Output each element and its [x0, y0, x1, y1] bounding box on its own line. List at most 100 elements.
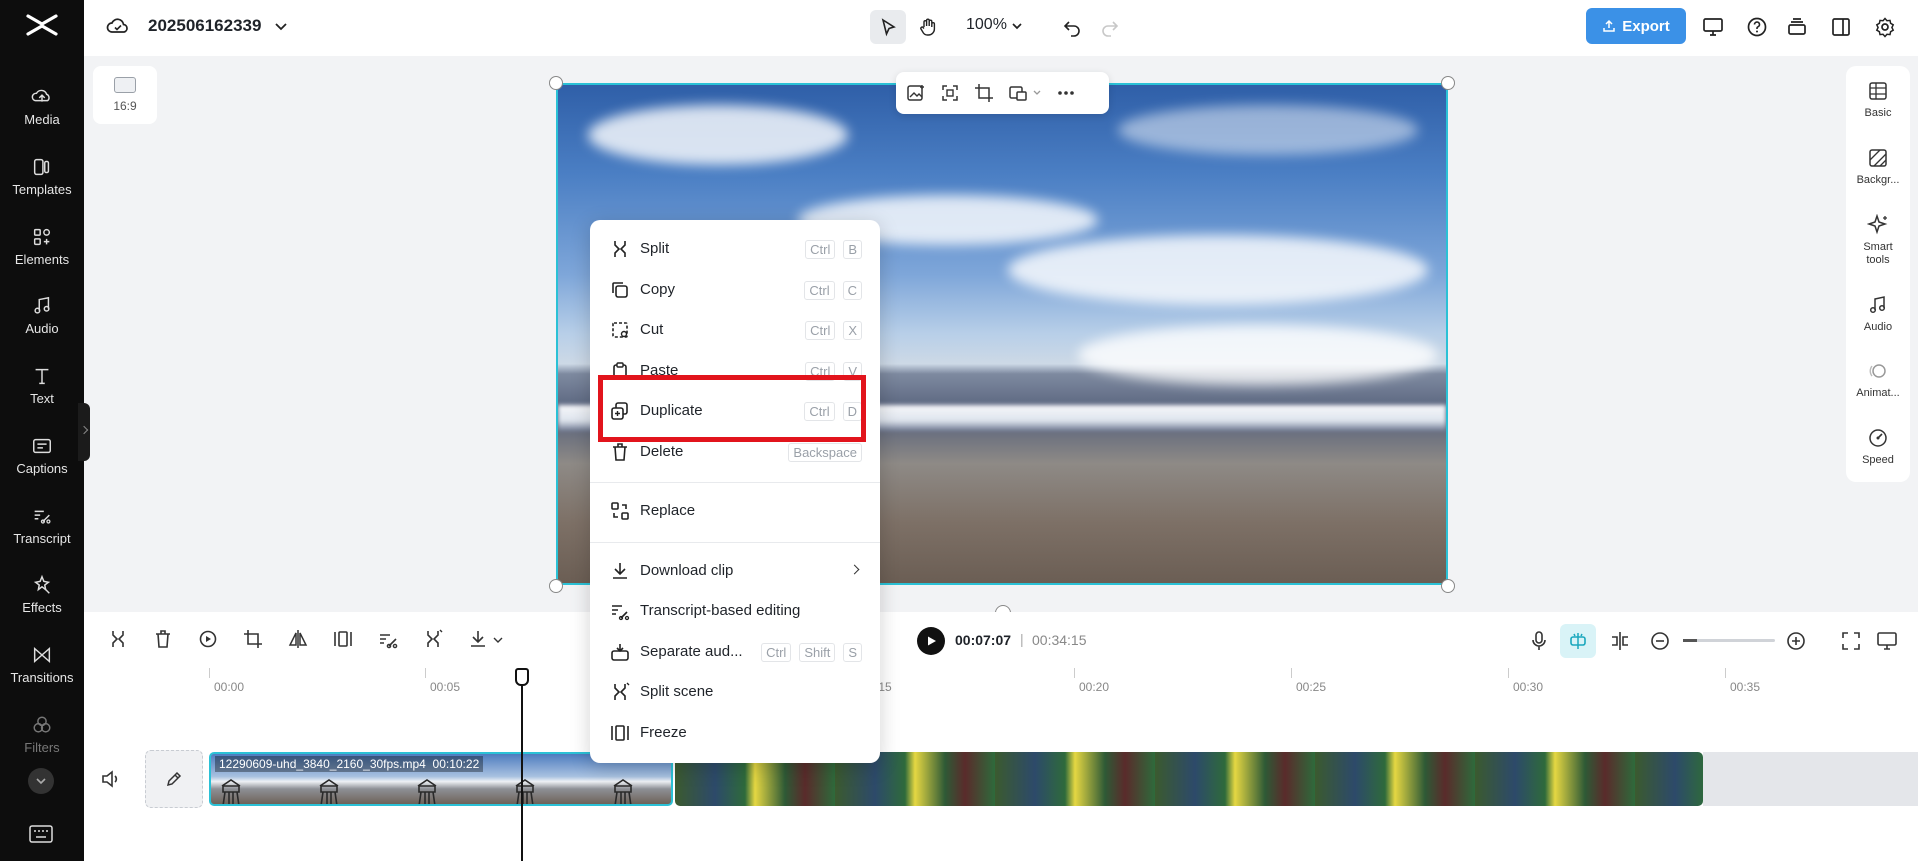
replace-media-icon[interactable]	[1008, 83, 1028, 103]
split-scene-icon[interactable]	[422, 628, 444, 650]
playhead-handle[interactable]	[515, 668, 529, 686]
resize-handle[interactable]	[1441, 76, 1455, 90]
menu-item-replace[interactable]: Replace	[590, 494, 880, 528]
transcript-edit-icon[interactable]	[377, 628, 399, 650]
play-button[interactable]	[917, 627, 945, 655]
shortcut-key: B	[843, 240, 862, 259]
templates-icon	[33, 158, 50, 175]
cover-edit-button[interactable]	[145, 750, 203, 808]
fit-timeline-icon[interactable]	[1840, 630, 1862, 652]
menu-item-cut[interactable]: Cut Ctrl X	[590, 313, 880, 347]
resize-handle[interactable]	[549, 579, 563, 593]
ruler-tick	[1074, 668, 1075, 678]
preview-screen-icon[interactable]	[1876, 630, 1898, 652]
zoom-in-icon[interactable]	[1785, 630, 1807, 652]
resize-handle[interactable]	[549, 76, 563, 90]
zoom-out-icon[interactable]	[1649, 630, 1671, 652]
resize-handle[interactable]	[1441, 579, 1455, 593]
zoom-level[interactable]: 100%	[966, 16, 1007, 34]
right-property-panel: Basic Backgr... Smart tools Audio Animat…	[1846, 66, 1910, 482]
panel-tab-audio[interactable]: Audio	[1846, 294, 1910, 334]
menu-item-split-scene[interactable]: Split scene	[590, 675, 880, 709]
panel-tab-animation[interactable]: Animat...	[1846, 360, 1910, 400]
cloud-icon[interactable]	[106, 15, 130, 37]
settings-button[interactable]	[1872, 14, 1898, 40]
monitor-icon	[1703, 18, 1723, 36]
mirror-icon[interactable]	[287, 628, 309, 650]
sidebar-item-elements[interactable]: Elements	[0, 216, 84, 276]
aspect-ratio-button[interactable]: 16:9	[93, 66, 157, 124]
menu-item-label: Separate aud...	[640, 643, 743, 660]
panel-tab-label: Speed	[1862, 454, 1894, 466]
timeline-zoom-slider[interactable]	[1683, 639, 1775, 642]
panel-tab-background[interactable]: Backgr...	[1846, 147, 1910, 187]
magnet-icon	[1570, 633, 1586, 649]
menu-item-split[interactable]: Split Ctrl B	[590, 232, 880, 266]
chevron-down-icon[interactable]	[1010, 19, 1024, 33]
trash-icon[interactable]	[152, 628, 174, 650]
clip-filename: 12290609-uhd_3840_2160_30fps.mp4	[219, 757, 426, 771]
menu-item-freeze[interactable]: Freeze	[590, 716, 880, 750]
hand-tool-button[interactable]	[910, 10, 946, 44]
volume-icon[interactable]	[100, 768, 122, 790]
ai-image-icon[interactable]	[906, 83, 926, 103]
upload-icon	[1603, 19, 1615, 32]
sidebar-item-media[interactable]: Media	[0, 76, 84, 136]
export-button[interactable]: Export	[1586, 8, 1686, 44]
sidebar-item-label: Text	[30, 390, 54, 406]
transcript-icon	[612, 605, 630, 621]
menu-item-copy[interactable]: Copy Ctrl C	[590, 273, 880, 307]
elements-icon	[33, 228, 51, 245]
sidebar-item-filters[interactable]: Filters	[0, 704, 84, 764]
sidebar-item-audio[interactable]: Audio	[0, 285, 84, 345]
panel-tab-smart-tools[interactable]: Smart tools	[1846, 214, 1910, 267]
ruler-tick	[1508, 668, 1509, 678]
sidebar-item-transitions[interactable]: Transitions	[0, 634, 84, 694]
timeline-ruler[interactable]: 00:00 00:05 :15 00:20 00:25 00:30 00:35	[205, 668, 1905, 698]
sidebar-collapse-handle[interactable]	[78, 403, 90, 461]
split-icon	[614, 241, 626, 257]
help-button[interactable]	[1744, 14, 1770, 40]
crop-icon[interactable]	[974, 83, 994, 103]
sidebar-item-label: Templates	[12, 181, 72, 197]
menu-item-transcript-editing[interactable]: Transcript-based editing	[590, 594, 880, 628]
ruler-tick	[1725, 668, 1726, 678]
download-icon[interactable]	[467, 628, 489, 650]
undo-button[interactable]	[1054, 10, 1090, 44]
shortcut-key: Ctrl	[805, 240, 836, 259]
panel-tab-speed[interactable]: Speed	[1846, 427, 1910, 467]
split-link-icon[interactable]	[1609, 630, 1631, 652]
auto-snap-button[interactable]	[1560, 624, 1596, 658]
layers-button[interactable]	[1784, 14, 1810, 40]
menu-item-separate-audio[interactable]: Separate aud... Ctrl Shift S	[590, 635, 880, 669]
crop-icon[interactable]	[242, 628, 264, 650]
menu-item-label: Transcript-based editing	[640, 602, 801, 619]
sidebar-item-captions[interactable]: Captions	[0, 425, 84, 485]
sidebar-more-button[interactable]	[28, 768, 54, 794]
project-title[interactable]: 202506162339	[148, 16, 261, 36]
sidebar-item-transcript[interactable]: Transcript	[0, 495, 84, 555]
microphone-icon[interactable]	[1528, 630, 1550, 652]
layout-button[interactable]	[1828, 14, 1854, 40]
total-time: 00:34:15	[1032, 632, 1087, 648]
menu-item-download-clip[interactable]: Download clip	[590, 554, 880, 588]
chevron-down-icon[interactable]	[1032, 83, 1042, 103]
keyboard-icon[interactable]	[29, 825, 53, 843]
present-button[interactable]	[1700, 14, 1726, 40]
reverse-icon[interactable]	[197, 628, 219, 650]
select-tool-button[interactable]	[870, 10, 906, 44]
split-icon[interactable]	[107, 628, 129, 650]
lifeguard-tower	[221, 779, 241, 804]
redo-button[interactable]	[1092, 10, 1128, 44]
transcript-icon	[34, 510, 51, 524]
sidebar-item-templates[interactable]: Templates	[0, 146, 84, 206]
sidebar-item-effects[interactable]: Effects	[0, 564, 84, 624]
more-icon[interactable]	[1056, 83, 1076, 103]
chevron-down-icon[interactable]	[492, 634, 504, 646]
chevron-down-icon[interactable]	[272, 17, 290, 35]
freeze-icon[interactable]	[332, 628, 354, 650]
sidebar-item-text[interactable]: Text	[0, 355, 84, 415]
fit-frame-icon[interactable]	[940, 83, 960, 103]
aspect-ratio-icon	[114, 77, 136, 93]
panel-tab-basic[interactable]: Basic	[1846, 80, 1910, 120]
